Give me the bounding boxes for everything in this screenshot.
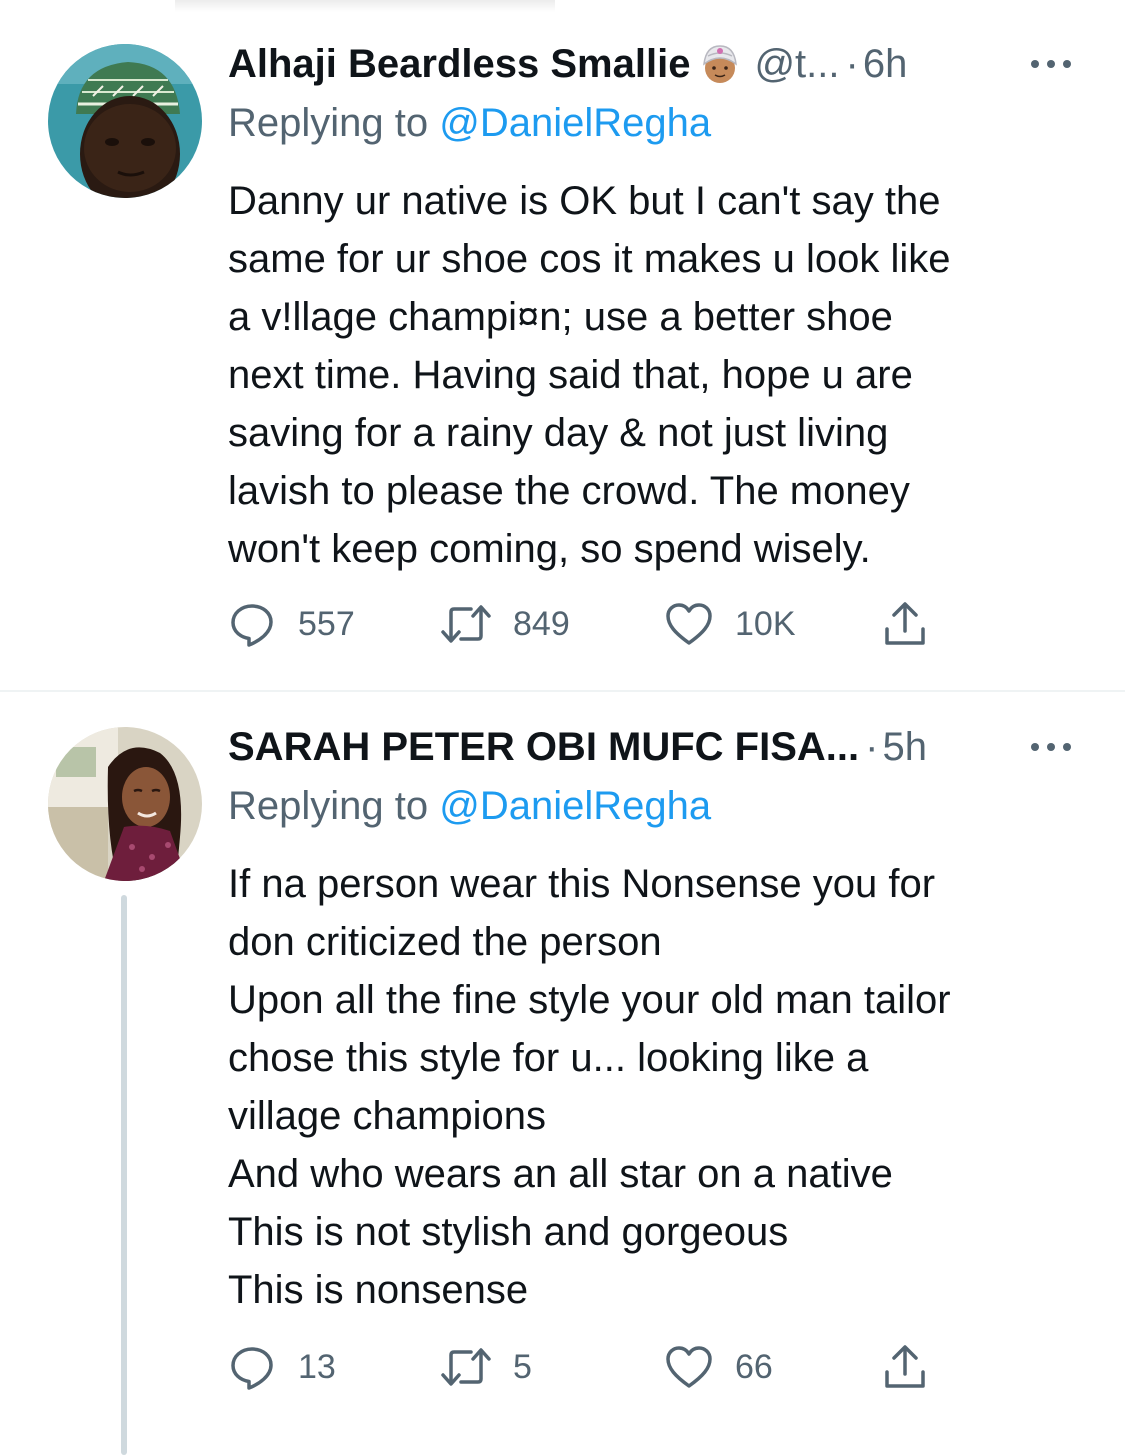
tweet-text: If na person wear this Nonsense you for …: [228, 855, 1088, 1319]
tweet-2[interactable]: SARAH PETER OBI MUFC FISA... · 5h Replyi…: [0, 692, 1125, 1455]
separator-dot: ·: [865, 724, 879, 769]
display-name[interactable]: SARAH PETER OBI MUFC FISA...: [228, 725, 859, 770]
retweet-button[interactable]: 5: [441, 1342, 532, 1392]
more-icon[interactable]: [1027, 44, 1075, 74]
like-button[interactable]: 66: [665, 1342, 773, 1392]
action-bar: 557 849 10K: [228, 599, 988, 649]
tweet-text: Danny ur native is OK but I can't say th…: [228, 172, 1088, 578]
share-icon: [885, 1345, 925, 1388]
display-name[interactable]: Alhaji Beardless Smallie: [228, 42, 690, 87]
share-button[interactable]: [883, 599, 927, 649]
tweet-text-line: village champions: [228, 1094, 546, 1138]
retweet-icon: [441, 605, 491, 643]
replying-to: Replying to @DanielRegha: [228, 784, 711, 829]
tweet-text-line: This is nonsense: [228, 1268, 529, 1312]
replying-prefix: Replying to: [228, 101, 429, 145]
share-icon: [885, 602, 925, 645]
replying-prefix: Replying to: [228, 784, 429, 828]
heart-icon: [666, 603, 712, 645]
replying-mention-link[interactable]: @DanielRegha: [439, 101, 711, 145]
tweet-header: SARAH PETER OBI MUFC FISA... · 5h: [228, 721, 1075, 773]
tweet-text-line: This is not stylish and gorgeous: [228, 1210, 789, 1254]
more-icon[interactable]: [1027, 727, 1075, 757]
like-count: 66: [735, 1347, 773, 1386]
thread-line: [121, 895, 127, 1455]
tweet-1[interactable]: Alhaji Beardless Smallie @t... · 6h Repl…: [0, 0, 1125, 690]
tweet-text-line: don criticized the person: [228, 920, 662, 964]
retweet-count: 849: [513, 604, 570, 643]
timestamp[interactable]: 6h: [863, 42, 908, 87]
tweet-text-line: Upon all the fine style your old man tai…: [228, 978, 951, 1022]
tweet-text-line: same for ur shoe cos it makes u look lik…: [228, 237, 951, 281]
tweet-text-line: chose this style for u... looking like a: [228, 1036, 869, 1080]
tweet-text-line: next time. Having said that, hope u are: [228, 353, 913, 397]
retweet-count: 5: [513, 1347, 532, 1386]
reply-button[interactable]: 557: [228, 599, 355, 649]
tweet-text-line: saving for a rainy day & not just living: [228, 411, 889, 455]
action-bar: 13 5 66: [228, 1342, 988, 1392]
replying-to: Replying to @DanielRegha: [228, 101, 711, 146]
retweet-button[interactable]: 849: [441, 599, 570, 649]
reply-count: 557: [298, 604, 355, 643]
retweet-icon: [441, 1348, 491, 1386]
like-button[interactable]: 10K: [665, 599, 796, 649]
replying-mention-link[interactable]: @DanielRegha: [439, 784, 711, 828]
reply-button[interactable]: 13: [228, 1342, 336, 1392]
like-count: 10K: [735, 604, 796, 643]
tweet-text-line: lavish to please the crowd. The money: [228, 469, 910, 513]
tweet-header: Alhaji Beardless Smallie @t... · 6h: [228, 38, 1075, 90]
man-with-turban-emoji-icon: [698, 42, 742, 86]
separator-dot: ·: [845, 41, 859, 86]
tweet-text-line: And who wears an all star on a native: [228, 1152, 893, 1196]
heart-icon: [666, 1346, 712, 1388]
reply-icon: [231, 604, 273, 647]
reply-count: 13: [298, 1347, 336, 1386]
timestamp[interactable]: 5h: [882, 725, 927, 770]
tweet-text-line: won't keep coming, so spend wisely.: [228, 527, 871, 571]
reply-icon: [231, 1347, 273, 1390]
tweet-text-line: If na person wear this Nonsense you for: [228, 862, 936, 906]
avatar[interactable]: [48, 44, 202, 198]
handle[interactable]: @t...: [754, 42, 839, 87]
tweet-text-line: Danny ur native is OK but I can't say th…: [228, 179, 941, 223]
share-button[interactable]: [883, 1342, 927, 1392]
tweet-text-line: a v!llage champi¤n; use a better shoe: [228, 295, 893, 339]
avatar[interactable]: [48, 727, 202, 881]
